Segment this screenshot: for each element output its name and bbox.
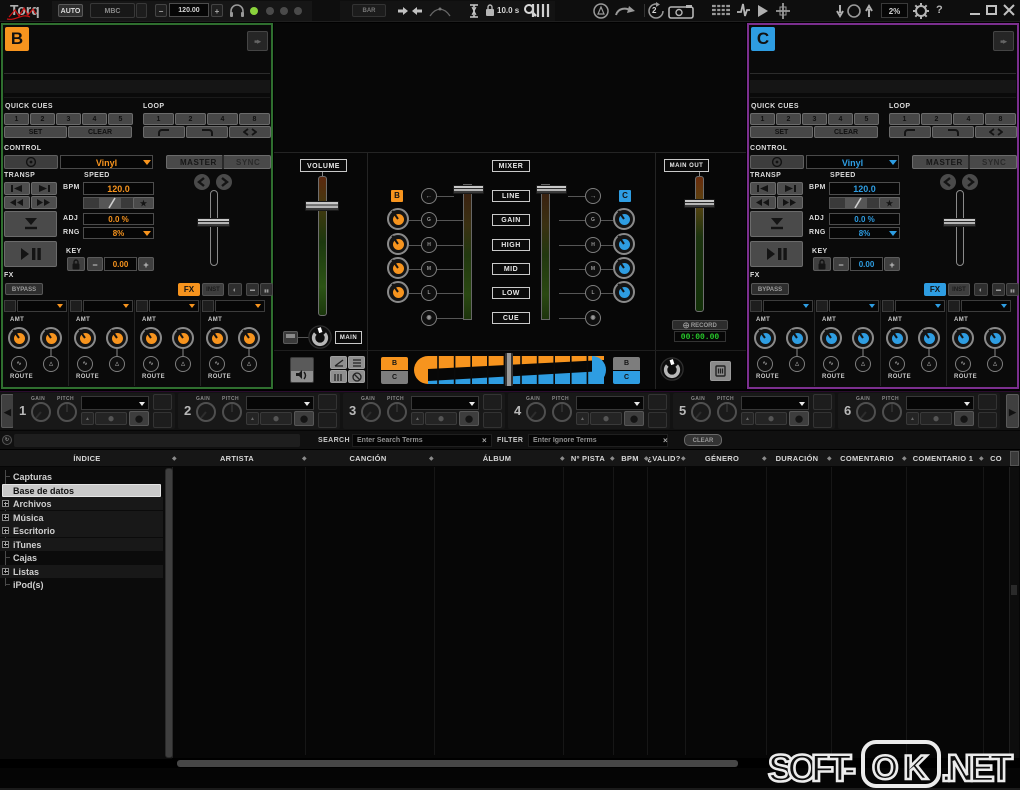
- svg-text:SOFT-: SOFT-: [768, 748, 856, 790]
- svg-text:.NET: .NET: [941, 748, 1013, 790]
- svg-text:OK: OK: [872, 749, 928, 787]
